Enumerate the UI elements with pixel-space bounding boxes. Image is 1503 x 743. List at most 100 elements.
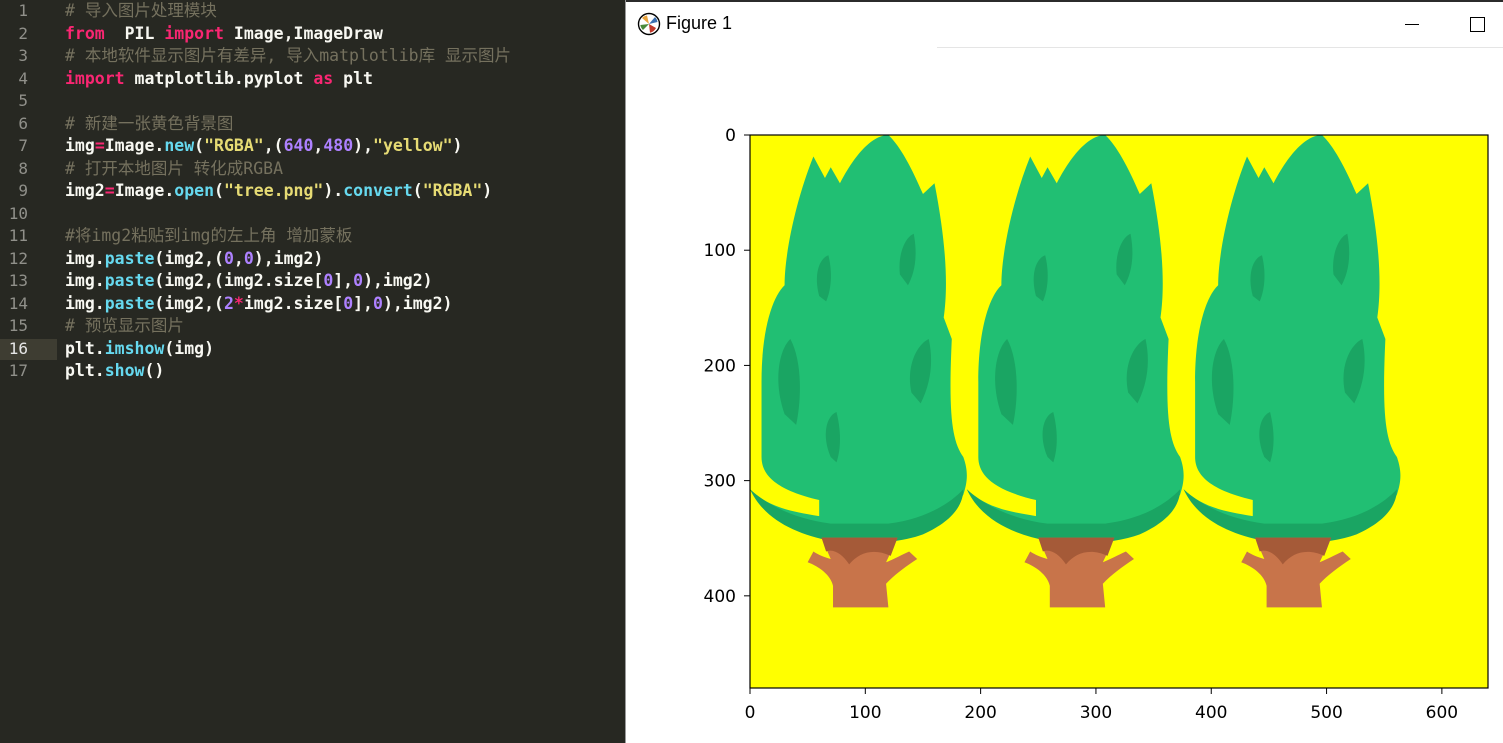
code-token: (img2,( — [154, 248, 224, 268]
code-line[interactable]: 7 img=Image.new("RGBA",(640,480),"yellow"… — [0, 135, 625, 158]
code-token: # 新建一张黄色背景图 — [65, 113, 234, 133]
x-tick-label: 500 — [1310, 703, 1342, 723]
code-token: 0 — [223, 248, 234, 268]
code-line[interactable]: 15 # 预览显示图片 — [0, 315, 625, 338]
code-line[interactable]: 8 # 打开本地图片 转化成RGBA — [0, 158, 625, 181]
code-line[interactable]: 13 img.paste(img2,(img2.size[0],0),img2) — [0, 270, 625, 293]
code-token: plt. — [65, 361, 105, 380]
line-number: 16 — [8, 338, 28, 358]
code-token: , — [233, 248, 244, 268]
code-token: convert — [343, 181, 413, 200]
code-line[interactable]: 5 — [0, 90, 625, 113]
code-line[interactable]: 16 plt.imshow(img) — [0, 338, 625, 361]
code-text: #将img2粘贴到img的左上角 增加蒙板 — [65, 226, 352, 246]
code-token: # 预览显示图片 — [65, 316, 184, 335]
code-line[interactable]: 6 # 新建一张黄色背景图 — [0, 113, 625, 136]
code-token: import — [65, 68, 125, 88]
code-token: paste — [104, 293, 155, 313]
code-line[interactable]: 1 # 导入图片处理模块 — [0, 0, 625, 23]
line-number: 11 — [8, 226, 28, 245]
line-number: 9 — [18, 181, 28, 200]
x-tick-label: 300 — [1080, 703, 1112, 723]
code-token: img. — [65, 271, 105, 290]
code-token: 0 — [373, 293, 383, 313]
code-editor[interactable]: 1 # 导入图片处理模块 2 from PIL import Image,ImageD… — [0, 0, 625, 743]
code-token: # 打开本地图片 转化成RGBA — [65, 158, 284, 178]
code-token: from — [65, 23, 105, 43]
code-line[interactable]: 3 # 本地软件显示图片有差异, 导入matplotlib库 显示图片 — [0, 45, 625, 68]
code-token: img. — [65, 293, 105, 313]
code-token: ) — [452, 136, 463, 155]
line-number: 17 — [8, 361, 28, 380]
code-token: plt. — [65, 338, 105, 358]
code-text: # 新建一张黄色背景图 — [65, 114, 233, 134]
code-token: "tree.png" — [223, 181, 324, 200]
code-token: 0 — [243, 248, 254, 268]
code-token: "RGBA" — [422, 181, 483, 200]
code-token: Image,ImageDraw — [223, 23, 383, 43]
line-number: 10 — [8, 203, 28, 223]
matplotlib-figure-window: Figure 1 0 100 200 300 400 500 600 0 100… — [625, 0, 1503, 743]
code-token: paste — [104, 271, 155, 290]
code-token: show — [104, 361, 145, 380]
code-token: "yellow" — [373, 136, 453, 155]
code-text: # 预览显示图片 — [65, 316, 184, 336]
code-line[interactable]: 2 from PIL import Image,ImageDraw — [0, 23, 625, 46]
x-tick-label: 100 — [849, 703, 881, 723]
y-tick-label: 300 — [704, 472, 736, 492]
code-line[interactable]: 14 img.paste(img2,(2*img2.size[0],0),img2… — [0, 293, 625, 316]
line-number: 6 — [18, 113, 28, 133]
code-line[interactable]: 11 #将img2粘贴到img的左上角 增加蒙板 — [0, 225, 625, 248]
code-token: new — [164, 136, 195, 155]
code-text: img=Image.new("RGBA",(640,480),"yellow") — [65, 136, 462, 156]
x-tick-label: 400 — [1195, 703, 1227, 723]
code-token: = — [104, 181, 115, 200]
code-token: ( — [214, 181, 224, 200]
code-text: # 导入图片处理模块 — [65, 1, 217, 21]
line-number: 3 — [18, 46, 28, 65]
line-number: 13 — [8, 271, 28, 290]
line-number: 14 — [8, 293, 28, 313]
line-number: 2 — [18, 23, 28, 43]
code-text: img.paste(img2,(2*img2.size[0],0),img2) — [65, 294, 452, 314]
y-tick-label: 400 — [704, 587, 736, 607]
code-token: plt — [333, 68, 373, 88]
code-text: # 本地软件显示图片有差异, 导入matplotlib库 显示图片 — [65, 46, 511, 66]
code-token: # 本地软件显示图片有差异, 导入matplotlib库 显示图片 — [65, 46, 512, 65]
line-number: 1 — [18, 1, 28, 20]
code-token: Image. — [114, 181, 175, 200]
line-number: 15 — [8, 316, 28, 335]
code-token: 480 — [323, 136, 354, 155]
code-token: 0 — [353, 271, 364, 290]
code-token: () — [144, 361, 165, 380]
x-tick-label: 200 — [964, 703, 996, 723]
y-tick-label: 0 — [725, 126, 736, 146]
x-tick-label: 0 — [745, 703, 756, 723]
code-token: #将img2粘贴到img的左上角 增加蒙板 — [65, 226, 353, 245]
code-token: img2 — [65, 181, 105, 200]
code-token: PIL — [104, 23, 165, 43]
code-line[interactable]: 4 import matplotlib.pyplot as plt — [0, 68, 625, 91]
code-token: img. — [65, 248, 105, 268]
code-token: matplotlib.pyplot — [124, 68, 314, 88]
code-token: ) — [482, 181, 493, 200]
code-token: 0 — [323, 271, 334, 290]
code-token: ], — [333, 271, 354, 290]
code-token: (img) — [164, 338, 215, 358]
code-line[interactable]: 12 img.paste(img2,(0,0),img2) — [0, 248, 625, 271]
line-number: 8 — [18, 158, 28, 178]
code-token: (img2,(img2.size[ — [154, 271, 324, 290]
code-token: 0 — [343, 293, 354, 313]
code-token: ), — [353, 136, 374, 155]
code-line[interactable]: 17 plt.show() — [0, 360, 625, 383]
code-token: ( — [194, 136, 205, 155]
code-line[interactable]: 10 — [0, 203, 625, 226]
image-plot: 0 100 200 300 400 500 600 0 100 200 300 400 — [704, 126, 1489, 723]
code-text: img.paste(img2,(0,0),img2) — [65, 249, 323, 269]
code-text: import matplotlib.pyplot as plt — [65, 69, 373, 89]
code-token: , — [313, 136, 324, 155]
code-token: imshow — [104, 338, 165, 358]
code-token: img2.size[ — [243, 293, 344, 313]
code-line[interactable]: 9 img2=Image.open("tree.png").convert("RG… — [0, 180, 625, 203]
code-token: (img2,( — [154, 293, 224, 313]
